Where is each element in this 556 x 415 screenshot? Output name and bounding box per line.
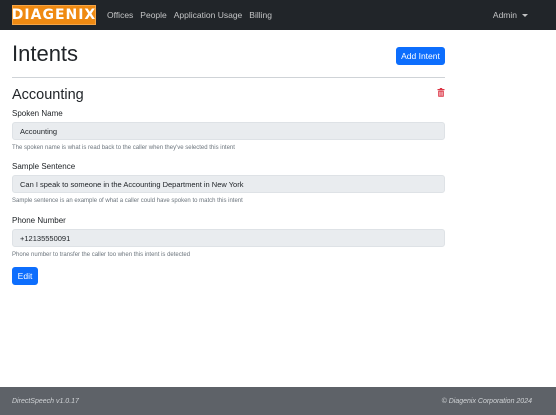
spoken-name-field[interactable]: Accounting: [12, 122, 445, 140]
logo-text: DIAGENIX: [11, 7, 97, 23]
phone-number-help: Phone number to transfer the caller too …: [12, 252, 191, 258]
nav-link-people[interactable]: People: [140, 10, 166, 20]
nav-link-billing[interactable]: Billing: [249, 10, 272, 20]
user-menu-label: Admin: [492, 10, 517, 20]
sample-sentence-help: Sample sentence is an example of what a …: [12, 198, 243, 204]
spoken-name-help: The spoken name is what is read back to …: [12, 145, 235, 151]
add-intent-button[interactable]: Add Intent: [396, 47, 445, 65]
header-divider: [12, 77, 445, 78]
page-title: Intents: [12, 41, 79, 66]
trash-icon[interactable]: [437, 88, 445, 97]
sample-sentence-value: Can I speak to someone in the Accounting…: [20, 179, 244, 189]
app-version: DirectSpeech v1.0.17: [12, 397, 79, 405]
nav-link-application-usage[interactable]: Application Usage: [174, 10, 243, 20]
intent-name-heading: Accounting: [12, 87, 84, 103]
sample-sentence-label: Sample Sentence: [12, 162, 76, 171]
spoken-name-value: Accounting: [20, 126, 58, 136]
copyright-text: © Diagenix Corporation 2024: [441, 397, 532, 405]
edit-button[interactable]: Edit: [12, 267, 38, 285]
phone-number-label: Phone Number: [12, 216, 66, 225]
top-navbar: DIAGENIX Offices People Application Usag…: [0, 0, 556, 30]
caret-down-icon: [522, 13, 528, 17]
page-footer: DirectSpeech v1.0.17 © Diagenix Corporat…: [0, 387, 556, 415]
user-menu-dropdown[interactable]: Admin: [493, 0, 528, 30]
spoken-name-label: Spoken Name: [12, 109, 63, 118]
phone-number-field[interactable]: +12135550091: [12, 229, 445, 247]
sample-sentence-field[interactable]: Can I speak to someone in the Accounting…: [12, 175, 445, 193]
nav-link-offices[interactable]: Offices: [107, 10, 133, 20]
nav-links: Offices People Application Usage Billing: [107, 0, 279, 30]
phone-number-value: +12135550091: [20, 233, 71, 243]
diagenix-logo[interactable]: DIAGENIX: [12, 5, 96, 25]
